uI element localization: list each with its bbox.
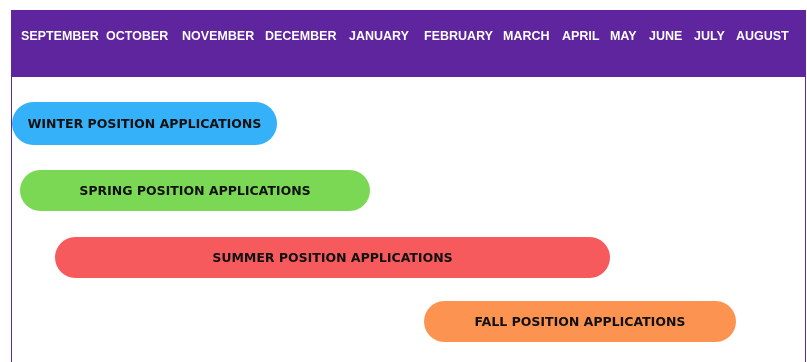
month-label-july: JULY bbox=[694, 28, 725, 43]
month-label-april: APRIL bbox=[562, 28, 600, 43]
month-label-march: MARCH bbox=[503, 28, 550, 43]
month-label-november: NOVEMBER bbox=[182, 28, 255, 43]
spring-applications-bar: SPRING POSITION APPLICATIONS bbox=[20, 170, 370, 211]
spring-applications-label: SPRING POSITION APPLICATIONS bbox=[79, 183, 311, 198]
month-label-september: SEPTEMBER bbox=[21, 28, 99, 43]
summer-applications-label: SUMMER POSITION APPLICATIONS bbox=[212, 250, 453, 265]
month-header-bar bbox=[11, 10, 806, 77]
fall-applications-bar: FALL POSITION APPLICATIONS bbox=[424, 301, 736, 342]
winter-applications-bar: WINTER POSITION APPLICATIONS bbox=[12, 102, 277, 145]
month-label-june: JUNE bbox=[649, 28, 683, 43]
fall-applications-label: FALL POSITION APPLICATIONS bbox=[474, 314, 686, 329]
month-label-october: OCTOBER bbox=[106, 28, 169, 43]
month-label-february: FEBRUARY bbox=[424, 28, 493, 43]
summer-applications-bar: SUMMER POSITION APPLICATIONS bbox=[55, 237, 610, 278]
month-label-august: AUGUST bbox=[736, 28, 789, 43]
month-label-january: JANUARY bbox=[349, 28, 409, 43]
winter-applications-label: WINTER POSITION APPLICATIONS bbox=[27, 116, 262, 131]
month-label-december: DECEMBER bbox=[265, 28, 337, 43]
month-label-may: MAY bbox=[610, 28, 637, 43]
